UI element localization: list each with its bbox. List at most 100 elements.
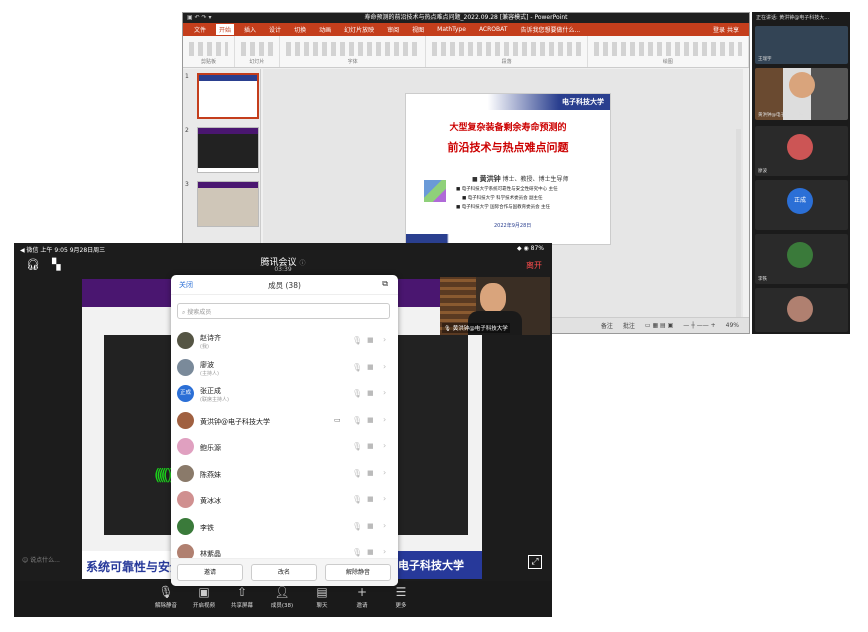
video-tile[interactable]: 李铁 (755, 234, 848, 284)
video-tile[interactable]: 王瑞宇 (755, 26, 848, 64)
group-paragraph: 段落 (426, 36, 588, 67)
member-search-input[interactable]: ⌕ 搜索成员 (177, 303, 390, 319)
presenter-title: 博士、教授、博士生导师 (502, 176, 569, 183)
toolbar-label: 聊天 (316, 603, 328, 609)
vertical-scrollbar[interactable] (736, 129, 741, 333)
mic-muted-icon[interactable]: 🎙︎ (352, 548, 362, 557)
login-link[interactable]: 登录 (713, 27, 725, 34)
member-row[interactable]: 正成 张正成 (联席主持人) 🎙︎ ■ › (171, 382, 398, 407)
camera-off-icon[interactable]: ■ (367, 336, 374, 344)
camera-off-icon[interactable]: ■ (367, 548, 374, 556)
share-screen-button[interactable]: ⇧ 共享屏幕 (224, 585, 260, 609)
view-buttons[interactable]: ▭ ▦ ▤ ▣ (645, 322, 673, 329)
chevron-right-icon[interactable]: › (383, 388, 386, 397)
unmute-button[interactable]: 🎙︎ 解除静音 (148, 585, 184, 609)
mic-muted-icon[interactable]: 🎙︎ (352, 495, 362, 504)
rotate-icon[interactable]: ⤢ (528, 555, 542, 569)
tab-home[interactable]: 开始 (216, 24, 235, 35)
camera-off-icon[interactable]: ■ (367, 469, 374, 477)
current-slide[interactable]: 电子科技大学 大型复杂装备剩余寿命预测的 前沿技术与热点难点问题 ■ 黄洪钟 博… (405, 93, 611, 245)
mic-muted-icon[interactable]: 🎙︎ (352, 442, 362, 451)
thumb-number: 2 (185, 127, 189, 134)
toolbar-label: 更多 (395, 603, 407, 609)
slide-thumbnail-3[interactable] (197, 181, 259, 227)
camera-off-icon[interactable]: ■ (367, 495, 374, 503)
tab-slideshow[interactable]: 幻灯片放映 (341, 24, 377, 35)
camera-off-icon[interactable]: ■ (367, 363, 374, 371)
invite-member-button[interactable]: 邀请 (177, 564, 243, 581)
member-row[interactable]: 廖波 (主持人) 🎙︎ ■ › (171, 356, 398, 381)
tile-name: 廖波 (758, 169, 767, 174)
share-button[interactable]: 共享 (727, 27, 739, 34)
unmute-all-button[interactable]: 解除静音 (325, 564, 391, 581)
chevron-right-icon[interactable]: › (383, 362, 386, 371)
tab-view[interactable]: 视图 (409, 24, 427, 35)
slide-thumbnail-2[interactable] (197, 127, 259, 173)
rename-button[interactable]: 改名 (251, 564, 317, 581)
popout-icon[interactable]: ⧉ (382, 279, 388, 289)
mic-muted-icon[interactable]: 🎙︎ (352, 363, 362, 372)
mic-muted-icon[interactable]: 🎙︎ (352, 522, 362, 531)
tab-animations[interactable]: 动画 (316, 24, 334, 35)
tab-acrobat[interactable]: ACROBAT (476, 25, 511, 34)
camera-off-icon[interactable]: ■ (367, 442, 374, 450)
mic-muted-icon[interactable]: 🎙︎ (352, 469, 362, 478)
member-row[interactable]: 李铁 🎙︎ ■ › (171, 515, 398, 540)
chevron-right-icon[interactable]: › (383, 468, 386, 477)
member-role: (我) (200, 344, 209, 350)
drawing-tools[interactable] (593, 42, 742, 56)
chat-input[interactable]: ☺ 说点什么... (22, 555, 60, 564)
battery-level: ◆ ◉ 87% (516, 245, 544, 252)
avatar (787, 134, 813, 160)
leave-button[interactable]: 离开 (526, 260, 542, 271)
comments-button[interactable]: 批注 (623, 321, 635, 330)
video-tile[interactable] (755, 288, 848, 332)
shared-logo-right: 电子科技大学 (398, 559, 464, 572)
mic-muted-icon[interactable]: 🎙︎ (352, 416, 362, 425)
tab-transitions[interactable]: 切换 (291, 24, 309, 35)
more-button[interactable]: ☰ 更多 (383, 585, 419, 609)
tell-me-search[interactable]: 告诉我您想要做什么... (517, 24, 583, 35)
chat-button[interactable]: ▤ 聊天 (304, 585, 340, 609)
group-drawing: 绘图 (588, 36, 749, 67)
invite-button[interactable]: + 邀请 (344, 585, 380, 609)
slide-thumbnail-1[interactable] (197, 73, 259, 119)
camera-off-icon[interactable]: ■ (367, 416, 374, 424)
avatar: 正成 (177, 385, 194, 402)
chevron-right-icon[interactable]: › (383, 441, 386, 450)
member-row[interactable]: 黄冰冰 🎙︎ ■ › (171, 488, 398, 513)
tab-mathtype[interactable]: MathType (434, 25, 469, 34)
member-row[interactable]: 陈燕妹 🎙︎ ■ › (171, 462, 398, 487)
member-row[interactable]: 鲍乐源 🎙︎ ■ › (171, 435, 398, 460)
tab-design[interactable]: 设计 (266, 24, 284, 35)
camera-off-icon[interactable]: ■ (367, 389, 374, 397)
chevron-right-icon[interactable]: › (383, 494, 386, 503)
tab-review[interactable]: 审阅 (384, 24, 402, 35)
font-tools[interactable] (285, 42, 420, 56)
tile-name: 王瑞宇 (758, 57, 772, 62)
mic-muted-icon[interactable]: 🎙︎ (352, 336, 362, 345)
quick-access-icons[interactable]: ▣ ↶ ↷ ▾ (187, 13, 211, 23)
video-button[interactable]: ▣ 开启视频 (186, 585, 222, 609)
mic-muted-icon[interactable]: 🎙︎ (352, 389, 362, 398)
notes-button[interactable]: 备注 (601, 321, 613, 330)
chevron-right-icon[interactable]: › (383, 521, 386, 530)
camera-off-icon[interactable]: ■ (367, 522, 374, 530)
members-button[interactable]: 👤︎ 成员(38) (264, 585, 300, 609)
slides-tools[interactable] (241, 42, 273, 56)
video-tile[interactable]: 正成 (755, 180, 848, 230)
clipboard-tools[interactable] (189, 42, 228, 56)
tab-file[interactable]: 文件 (191, 24, 209, 35)
zoom-slider[interactable]: — ┼ —— + (683, 322, 715, 329)
video-tile-speaker[interactable]: 黄洪钟@电子科技大学 (755, 68, 848, 120)
video-tile[interactable]: 廖波 (755, 126, 848, 176)
paragraph-tools[interactable] (432, 42, 581, 56)
zoom-level[interactable]: 49% (726, 322, 739, 329)
chevron-right-icon[interactable]: › (383, 335, 386, 344)
member-row[interactable]: 黄洪钟@电子科技大学 ▭ 🎙︎ ■ › (171, 409, 398, 434)
chevron-right-icon[interactable]: › (383, 415, 386, 424)
chevron-right-icon[interactable]: › (383, 547, 386, 556)
speaker-video[interactable]: 🎙︎ 黄洪钟@电子科技大学 (440, 277, 550, 335)
member-row[interactable]: 赵诗齐 (我) 🎙︎ ■ › (171, 329, 398, 354)
tab-insert[interactable]: 插入 (241, 24, 259, 35)
